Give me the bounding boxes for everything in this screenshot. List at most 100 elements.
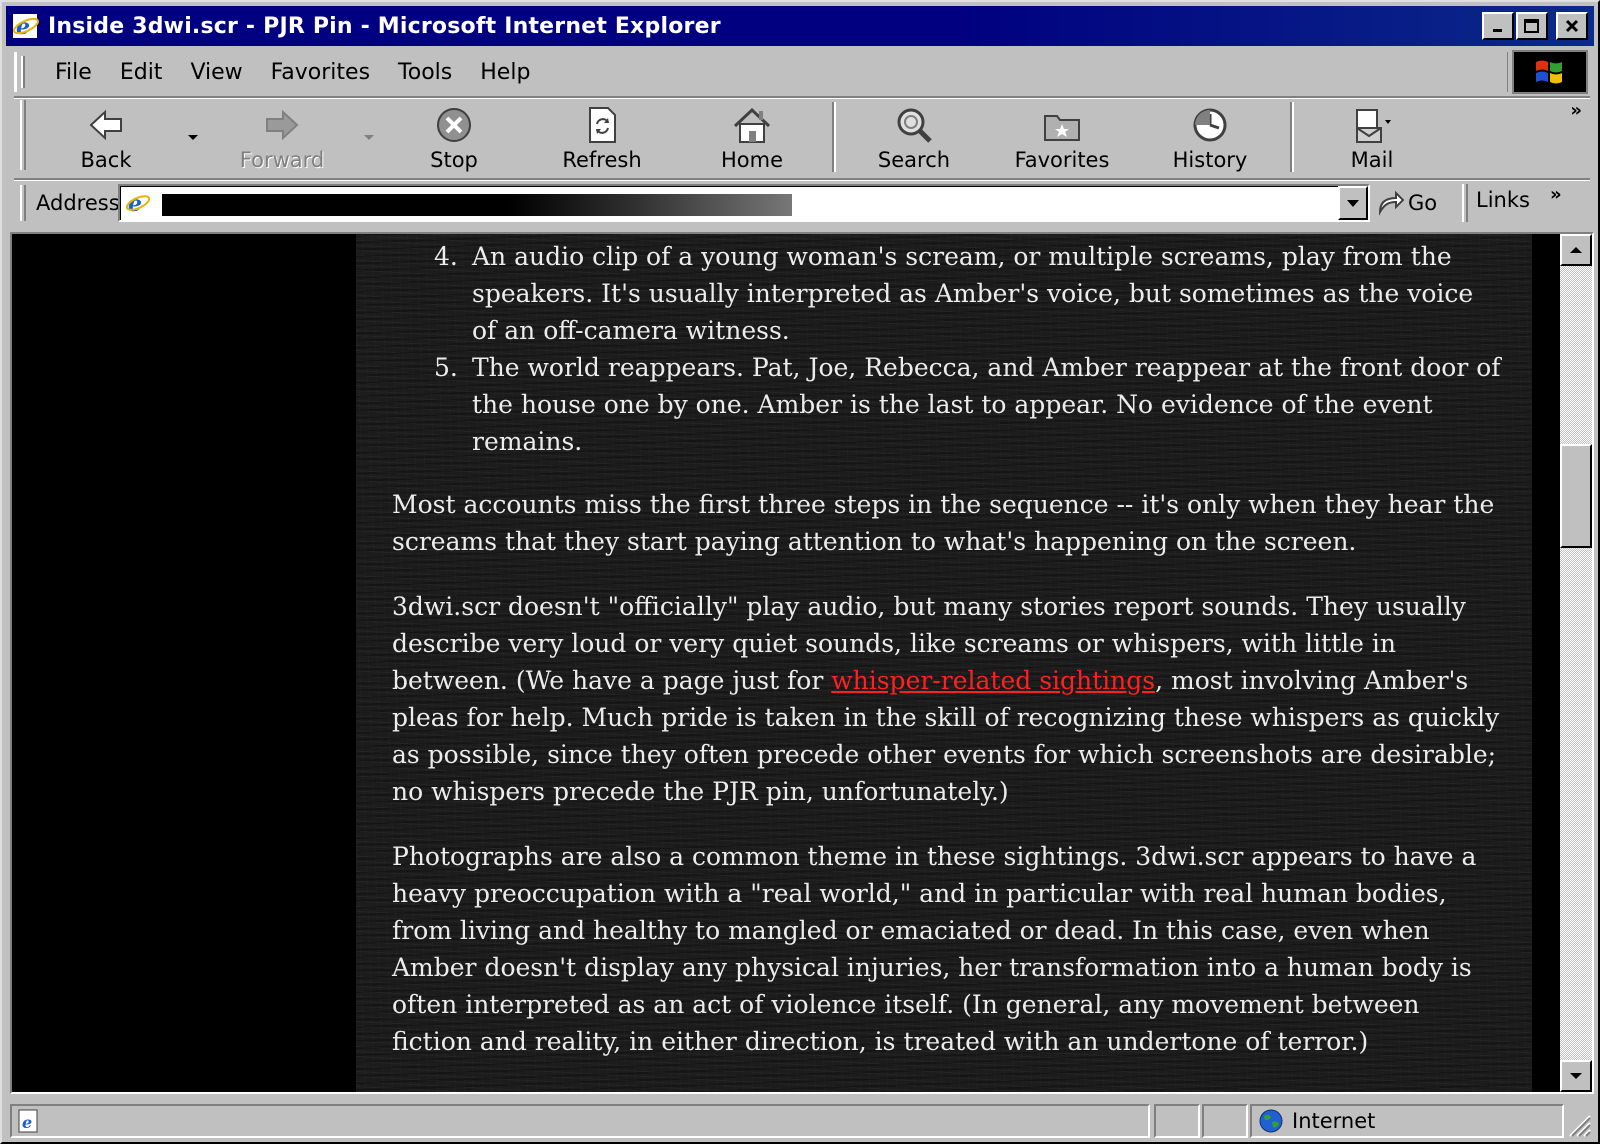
favorites-button[interactable]: Favorites <box>1002 100 1122 174</box>
stop-icon <box>437 108 471 142</box>
go-label: Go <box>1408 191 1438 215</box>
search-label: Search <box>877 148 951 172</box>
go-button[interactable]: Go <box>1376 186 1446 220</box>
back-label: Back <box>80 148 132 172</box>
maximize-button[interactable] <box>1516 12 1548 40</box>
left-margin <box>12 234 356 1092</box>
home-icon <box>733 107 771 143</box>
menu-tools[interactable]: Tools <box>384 60 466 85</box>
redacted-url <box>162 194 792 216</box>
address-label: Address <box>36 191 120 215</box>
back-dropdown-icon[interactable] <box>186 130 200 144</box>
status-text-panel: e <box>10 1104 1150 1138</box>
list-text: The world reappears. Pat, Joe, Rebecca, … <box>472 353 1501 456</box>
mail-button[interactable]: Mail <box>1312 100 1432 174</box>
forward-arrow-icon <box>266 109 299 141</box>
menu-favorites[interactable]: Favorites <box>257 60 384 85</box>
address-dropdown-button[interactable] <box>1338 186 1368 220</box>
back-button[interactable]: Back <box>46 100 166 174</box>
toolbar-more-chevron[interactable]: » <box>1570 100 1582 121</box>
close-icon <box>1565 19 1579 33</box>
stop-label: Stop <box>430 148 478 172</box>
minimize-icon <box>1493 29 1502 32</box>
maximize-icon <box>1524 19 1539 33</box>
status-bar: e Internet <box>10 1100 1594 1140</box>
scroll-down-button[interactable] <box>1560 1060 1592 1092</box>
history-icon <box>1193 108 1227 142</box>
toolbar-grip[interactable] <box>20 100 26 170</box>
window-title: Inside 3dwi.scr - PJR Pin - Microsoft In… <box>48 13 721 39</box>
go-arrow-icon <box>1378 190 1404 216</box>
back-arrow-icon <box>89 109 122 141</box>
windows-logo-throbber <box>1512 50 1588 94</box>
status-panel-empty <box>1154 1104 1200 1138</box>
ie-logo-icon: e <box>13 14 39 40</box>
search-button[interactable]: Search <box>854 100 974 174</box>
chevron-down-icon <box>1347 200 1359 207</box>
minimize-button[interactable] <box>1482 12 1514 40</box>
search-icon <box>897 108 932 143</box>
resize-grip-icon[interactable] <box>1566 1112 1592 1138</box>
address-input[interactable]: e <box>118 184 1370 222</box>
scroll-thumb[interactable] <box>1560 444 1592 548</box>
list-number: 5. <box>434 353 458 382</box>
links-button[interactable]: Links <box>1476 188 1530 212</box>
close-button[interactable] <box>1556 12 1588 40</box>
svg-text:e: e <box>128 191 142 217</box>
menu-file[interactable]: File <box>41 60 106 85</box>
list-item: 5. The world reappears. Pat, Joe, Rebecc… <box>434 349 1504 460</box>
forward-dropdown-icon[interactable] <box>362 130 376 144</box>
forward-button[interactable]: Forward <box>222 100 342 174</box>
page-ie-icon: e <box>125 191 151 217</box>
svg-text:e: e <box>16 14 30 40</box>
favorites-folder-icon <box>1044 115 1080 141</box>
whisper-sightings-link[interactable]: whisper-related sightings <box>831 666 1155 695</box>
content-column: 4. An audio clip of a young woman's scre… <box>356 234 1532 1092</box>
ie-window: e Inside 3dwi.scr - PJR Pin - Microsoft … <box>0 0 1600 1144</box>
address-bar: Address e Go Links » <box>14 182 1590 224</box>
home-button[interactable]: Home <box>692 100 812 174</box>
mail-icon <box>1356 109 1391 143</box>
menu-bar: File Edit View Favorites Tools Help <box>14 52 1508 92</box>
forward-label: Forward <box>239 148 325 172</box>
svg-text:e: e <box>22 1113 32 1132</box>
history-button[interactable]: History <box>1150 100 1270 174</box>
mail-label: Mail <box>1350 148 1394 172</box>
paragraph-photographs: Photographs are also a common theme in t… <box>392 842 1477 1056</box>
article: 4. An audio clip of a young woman's scre… <box>392 238 1504 1060</box>
globe-icon <box>1259 1109 1283 1133</box>
title-bar[interactable]: e Inside 3dwi.scr - PJR Pin - Microsoft … <box>6 6 1594 46</box>
scroll-down-arrow-icon <box>1570 1073 1582 1079</box>
scroll-up-button[interactable] <box>1560 234 1592 266</box>
paragraph-audio: 3dwi.scr doesn't "officially" play audio… <box>392 588 1504 810</box>
list-text: An audio clip of a young woman's scream,… <box>472 242 1474 345</box>
security-zone-label: Internet <box>1292 1109 1376 1133</box>
scroll-up-arrow-icon <box>1570 247 1582 253</box>
menu-view[interactable]: View <box>176 60 256 85</box>
page-status-icon: e <box>18 1109 38 1133</box>
toolbar-separator <box>832 102 836 172</box>
stop-button[interactable]: Stop <box>394 100 514 174</box>
page-viewport: 4. An audio clip of a young woman's scre… <box>10 232 1594 1094</box>
toolbar-separator <box>1290 102 1294 172</box>
history-label: History <box>1172 148 1248 172</box>
links-grip[interactable] <box>1462 184 1468 222</box>
paragraph-sequence: Most accounts miss the first three steps… <box>392 490 1495 556</box>
vertical-scrollbar[interactable] <box>1560 234 1592 1092</box>
menu-help[interactable]: Help <box>466 60 544 85</box>
home-label: Home <box>720 148 783 172</box>
favorites-label: Favorites <box>1014 148 1110 172</box>
security-zone-panel: Internet <box>1250 1104 1564 1138</box>
status-panel-empty <box>1202 1104 1248 1138</box>
menu-edit[interactable]: Edit <box>106 60 177 85</box>
refresh-button[interactable]: Refresh <box>542 100 662 174</box>
windows-flag-icon <box>1536 60 1562 84</box>
list-number: 4. <box>434 242 458 271</box>
links-more-chevron[interactable]: » <box>1550 184 1562 205</box>
menu-grip[interactable] <box>21 56 25 88</box>
standard-toolbar: Back Forward Stop Refresh Home Search Fa <box>14 100 1590 176</box>
address-grip[interactable] <box>20 185 26 221</box>
list-item: 4. An audio clip of a young woman's scre… <box>434 238 1504 349</box>
refresh-icon <box>589 107 616 143</box>
event-list: 4. An audio clip of a young woman's scre… <box>434 238 1504 460</box>
